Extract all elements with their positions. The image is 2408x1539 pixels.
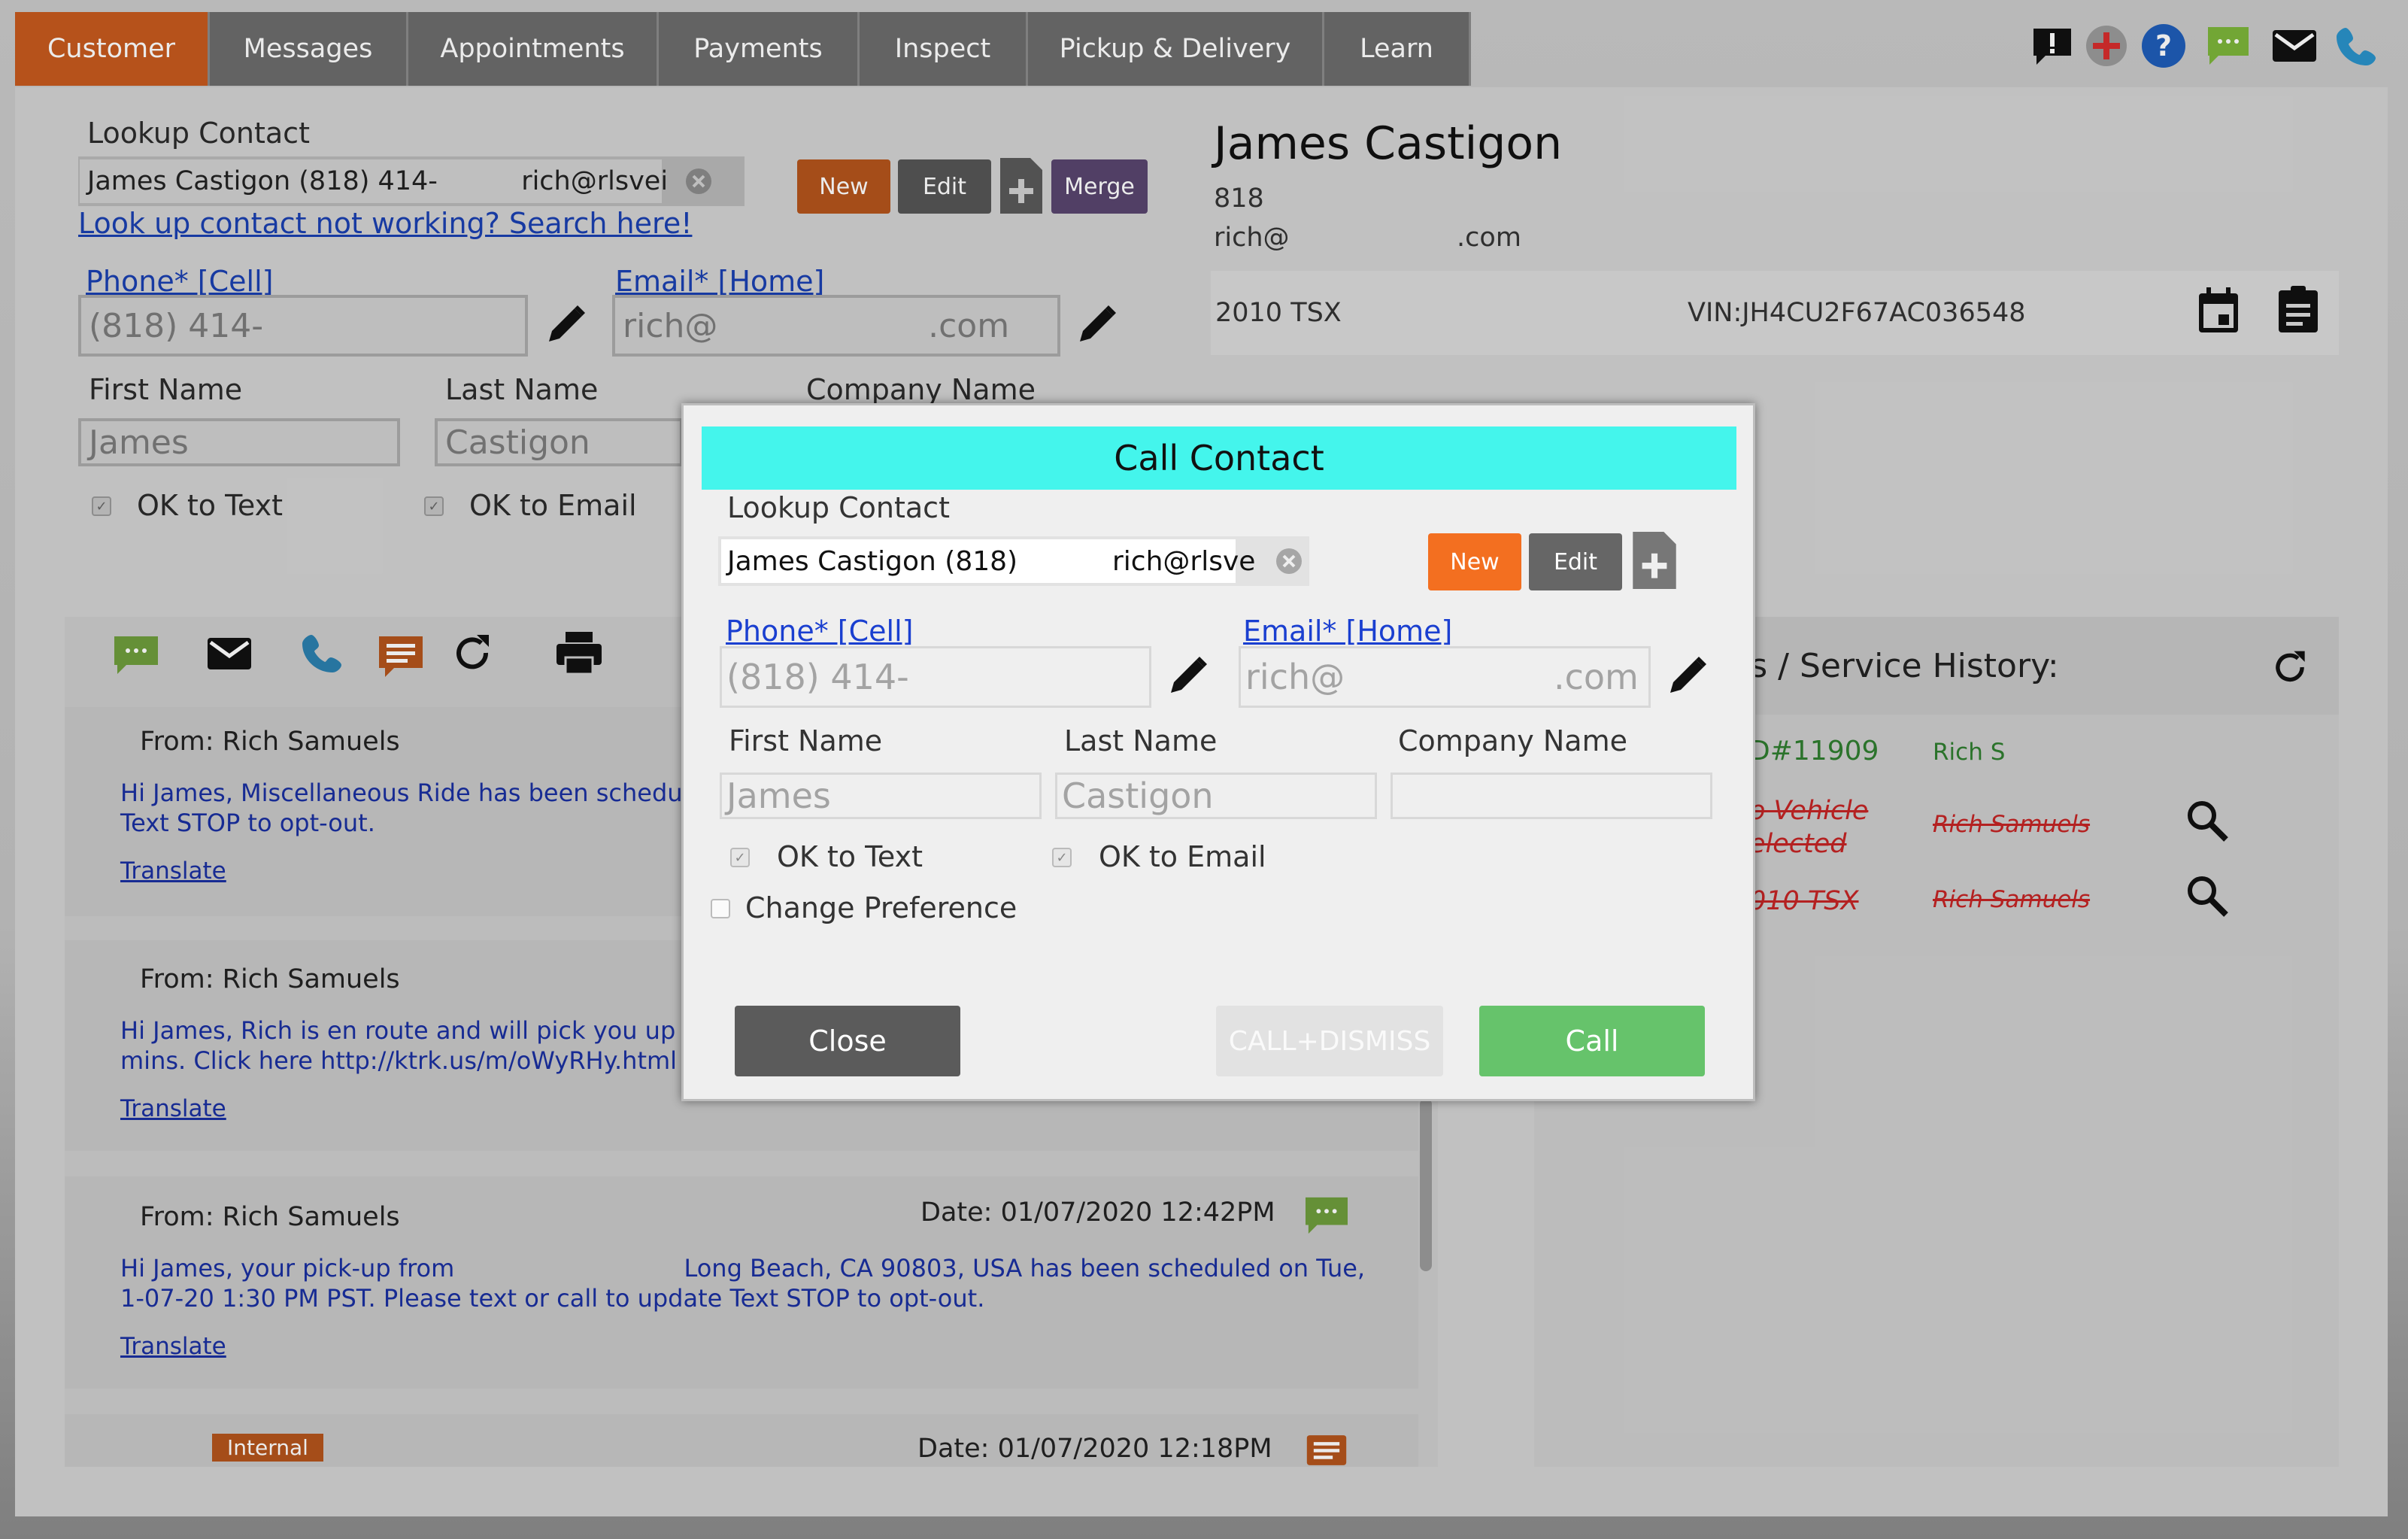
modal-last-name-field[interactable]: Castigon bbox=[1055, 773, 1377, 819]
modal-lookup-label: Lookup Contact bbox=[727, 491, 950, 524]
modal-edit-button[interactable]: Edit bbox=[1529, 533, 1622, 590]
add-document-icon[interactable] bbox=[1631, 530, 1678, 593]
modal-last-name-label: Last Name bbox=[1064, 724, 1218, 757]
modal-email-field[interactable]: rich@ .com bbox=[1239, 646, 1651, 708]
call-dismiss-button[interactable]: CALL+DISMISS bbox=[1216, 1006, 1443, 1076]
modal-title: Call Contact bbox=[702, 426, 1736, 490]
change-preference-label: Change Preference bbox=[745, 891, 1017, 924]
modal-first-name-field[interactable]: James bbox=[720, 773, 1042, 819]
modal-email-link[interactable]: Email* [Home] bbox=[1243, 615, 1452, 648]
modal-ok-to-email-checkbox[interactable]: ✓ bbox=[1052, 848, 1072, 867]
modal-phone-field[interactable]: (818) 414- bbox=[720, 646, 1151, 708]
change-preference-checkbox[interactable] bbox=[711, 899, 730, 918]
modal-company-name-field[interactable] bbox=[1391, 773, 1712, 819]
call-button[interactable]: Call bbox=[1479, 1006, 1705, 1076]
modal-company-name-label: Company Name bbox=[1398, 724, 1627, 757]
edit-phone-icon[interactable] bbox=[1165, 652, 1212, 702]
modal-ok-to-text-checkbox[interactable]: ✓ bbox=[730, 848, 750, 867]
modal-ok-to-text-label: OK to Text bbox=[777, 840, 923, 873]
call-contact-modal: Call Contact Lookup Contact James Castig… bbox=[681, 403, 1755, 1101]
clear-icon[interactable] bbox=[1275, 547, 1303, 578]
modal-lookup-input[interactable]: James Castigon (818) rich@rlsve bbox=[721, 539, 1255, 583]
modal-phone-link[interactable]: Phone* [Cell] bbox=[726, 615, 913, 648]
close-button[interactable]: Close bbox=[735, 1006, 960, 1076]
modal-first-name-label: First Name bbox=[729, 724, 883, 757]
modal-new-button[interactable]: New bbox=[1428, 533, 1521, 590]
modal-ok-to-email-label: OK to Email bbox=[1099, 840, 1266, 873]
edit-email-icon[interactable] bbox=[1664, 652, 1711, 702]
